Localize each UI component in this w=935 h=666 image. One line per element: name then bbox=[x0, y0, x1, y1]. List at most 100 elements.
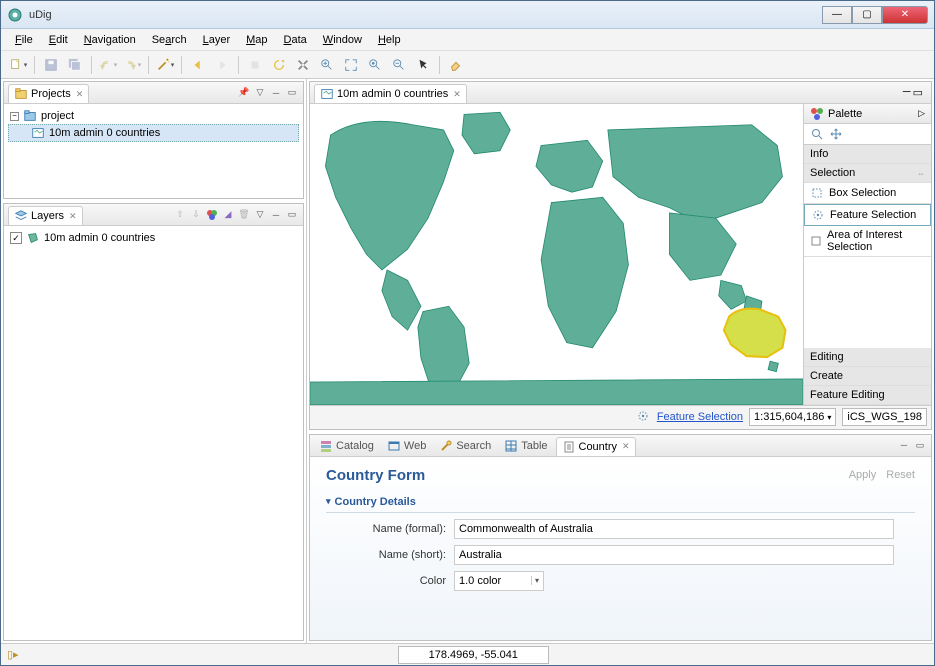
view-menu-icon[interactable]: ▽ bbox=[253, 86, 267, 100]
tools-button[interactable] bbox=[292, 54, 314, 76]
redo-dropdown[interactable]: ▾ bbox=[121, 54, 143, 76]
palette-box-selection[interactable]: Box Selection bbox=[804, 183, 931, 204]
scale-value: 1:315,604,186 bbox=[754, 411, 824, 423]
map-icon bbox=[320, 87, 334, 101]
tree-item-map[interactable]: 10m admin 0 countries bbox=[8, 124, 299, 142]
layers-tab-close-icon[interactable]: ✕ bbox=[69, 211, 77, 222]
forward-button[interactable] bbox=[211, 54, 233, 76]
feature-selection-icon bbox=[811, 208, 825, 222]
country-form: Country Form Apply Reset ▾ Country Detai… bbox=[310, 457, 931, 640]
zoom-extent-button[interactable] bbox=[340, 54, 362, 76]
layer-item[interactable]: ✓ 10m admin 0 countries bbox=[8, 230, 299, 246]
menu-map[interactable]: Map bbox=[240, 32, 273, 48]
save-button[interactable] bbox=[40, 54, 62, 76]
stop-button[interactable] bbox=[244, 54, 266, 76]
chevron-right-icon[interactable]: ▷ bbox=[918, 108, 925, 119]
country-tab[interactable]: Country ✕ bbox=[556, 437, 636, 456]
layer-up-icon[interactable]: ⇧ bbox=[173, 208, 187, 222]
menu-search[interactable]: Search bbox=[146, 32, 193, 48]
name-formal-label: Name (formal): bbox=[354, 523, 454, 535]
scale-field[interactable]: 1:315,604,186 ▾ bbox=[749, 408, 836, 426]
wizard-dropdown[interactable]: ▾ bbox=[154, 54, 176, 76]
save-all-button[interactable] bbox=[64, 54, 86, 76]
catalog-icon bbox=[319, 439, 333, 453]
palette-feature-editing-header[interactable]: Feature Editing bbox=[804, 386, 931, 405]
layer-down-icon[interactable]: ⇩ bbox=[189, 208, 203, 222]
aoi-selection-icon bbox=[810, 234, 822, 248]
search-icon bbox=[439, 439, 453, 453]
name-formal-input[interactable] bbox=[454, 519, 894, 539]
menu-help[interactable]: Help bbox=[372, 32, 407, 48]
maximize-button[interactable]: ▢ bbox=[852, 6, 882, 24]
zoom-out-button[interactable] bbox=[388, 54, 410, 76]
minimize-view-icon[interactable]: ─ bbox=[269, 208, 283, 222]
map-canvas[interactable] bbox=[310, 104, 803, 405]
window-titlebar: uDig — ▢ ✕ bbox=[1, 1, 934, 29]
menubar: File Edit Navigation Search Layer Map Da… bbox=[1, 29, 934, 51]
tree-toggle-icon[interactable]: − bbox=[10, 112, 19, 121]
palette-header[interactable]: Palette ▷ bbox=[804, 104, 931, 124]
palette-create-header[interactable]: Create bbox=[804, 367, 931, 386]
eraser-button[interactable] bbox=[445, 54, 467, 76]
zoom-layer-button[interactable] bbox=[364, 54, 386, 76]
palette-aoi-selection[interactable]: Area of Interest Selection bbox=[804, 226, 931, 257]
palette-zoom-pan-row[interactable] bbox=[804, 124, 931, 145]
scale-dropdown-icon[interactable]: ▾ bbox=[827, 413, 831, 422]
projects-tab-close-icon[interactable]: ✕ bbox=[76, 89, 84, 100]
maximize-view-icon[interactable]: ▭ bbox=[913, 438, 927, 452]
color-combobox[interactable]: 1.0 color ▾ bbox=[454, 571, 544, 591]
menu-navigation[interactable]: Navigation bbox=[78, 32, 142, 48]
minimize-editor-icon[interactable]: ─ bbox=[903, 86, 911, 99]
palette-selection-header[interactable]: Selection⇔ bbox=[804, 164, 931, 183]
menu-data[interactable]: Data bbox=[278, 32, 313, 48]
minimize-view-icon[interactable]: ─ bbox=[897, 438, 911, 452]
current-tool-link[interactable]: Feature Selection bbox=[657, 411, 743, 423]
palette-feature-selection[interactable]: Feature Selection bbox=[804, 204, 931, 226]
palette-editing-header[interactable]: Editing bbox=[804, 348, 931, 367]
tree-item-project[interactable]: − project bbox=[8, 108, 299, 124]
search-tab[interactable]: Search bbox=[434, 437, 496, 455]
projects-tab[interactable]: Projects ✕ bbox=[8, 84, 89, 103]
undo-dropdown[interactable]: ▾ bbox=[97, 54, 119, 76]
menu-file[interactable]: File bbox=[9, 32, 39, 48]
minimize-button[interactable]: — bbox=[822, 6, 852, 24]
maximize-view-icon[interactable]: ▭ bbox=[285, 208, 299, 222]
country-tab-close-icon[interactable]: ✕ bbox=[622, 441, 630, 452]
menu-layer[interactable]: Layer bbox=[197, 32, 237, 48]
crs-field[interactable]: iCS_WGS_198 bbox=[842, 408, 927, 426]
back-button[interactable] bbox=[187, 54, 209, 76]
editor-tab-close-icon[interactable]: ✕ bbox=[453, 89, 461, 100]
chevron-down-icon: ▾ bbox=[531, 576, 539, 585]
bottom-view: Catalog Web Search Table Country ✕ bbox=[309, 434, 932, 641]
catalog-tab[interactable]: Catalog bbox=[314, 437, 379, 455]
web-icon bbox=[387, 439, 401, 453]
maximize-editor-icon[interactable]: ▭ bbox=[913, 86, 923, 99]
editor-tab[interactable]: 10m admin 0 countries ✕ bbox=[314, 84, 467, 103]
layer-style-icon[interactable] bbox=[205, 208, 219, 222]
maximize-view-icon[interactable]: ▭ bbox=[285, 86, 299, 100]
reset-button[interactable]: Reset bbox=[886, 469, 915, 481]
menu-window[interactable]: Window bbox=[317, 32, 368, 48]
collapse-icon: ⇔ bbox=[917, 169, 925, 178]
zoom-in-button[interactable] bbox=[316, 54, 338, 76]
layer-visibility-checkbox[interactable]: ✓ bbox=[10, 232, 22, 244]
name-short-input[interactable] bbox=[454, 545, 894, 565]
palette-info-header[interactable]: Info bbox=[804, 145, 931, 164]
web-tab[interactable]: Web bbox=[382, 437, 431, 455]
close-button[interactable]: ✕ bbox=[882, 6, 928, 24]
layer-filter-icon[interactable]: ◢ bbox=[221, 208, 235, 222]
layers-tab[interactable]: Layers ✕ bbox=[8, 206, 83, 225]
new-dropdown[interactable]: ▾ bbox=[7, 54, 29, 76]
view-menu-icon[interactable]: ▽ bbox=[253, 208, 267, 222]
table-tab[interactable]: Table bbox=[499, 437, 552, 455]
link-with-editor-icon[interactable]: 📌 bbox=[237, 86, 251, 100]
fast-view-icon[interactable]: ▯▸ bbox=[7, 648, 19, 661]
country-details-section-header[interactable]: ▾ Country Details bbox=[326, 492, 915, 513]
menu-edit[interactable]: Edit bbox=[43, 32, 74, 48]
apply-button[interactable]: Apply bbox=[849, 469, 877, 481]
minimize-view-icon[interactable]: ─ bbox=[269, 86, 283, 100]
refresh-button[interactable] bbox=[268, 54, 290, 76]
cursor-button[interactable] bbox=[412, 54, 434, 76]
projects-icon bbox=[14, 87, 28, 101]
layer-delete-icon[interactable]: 🗑 bbox=[237, 208, 251, 222]
